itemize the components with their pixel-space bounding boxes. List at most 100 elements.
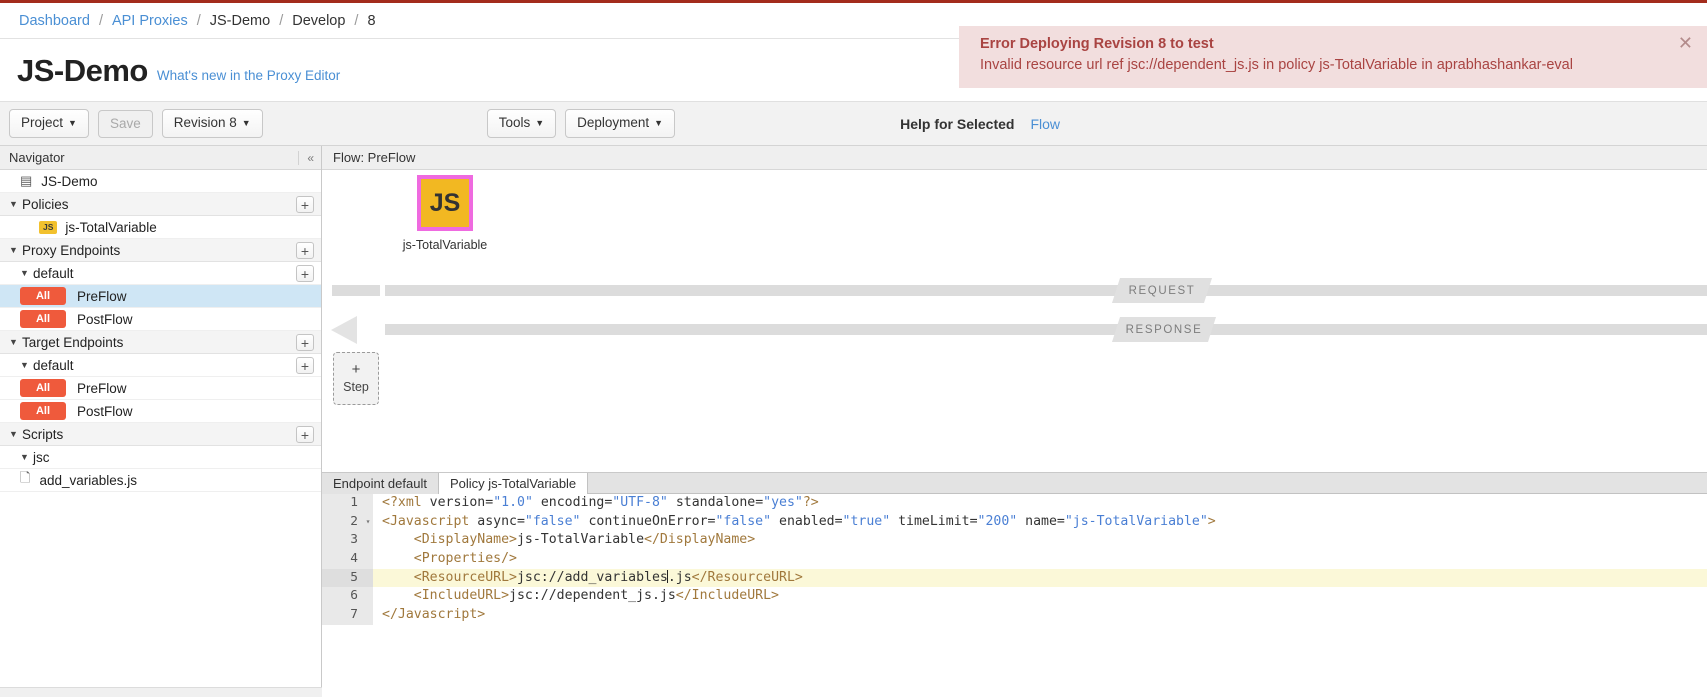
nav-row-label: JS-Demo xyxy=(41,174,97,189)
error-toast-body: Invalid resource url ref jsc://dependent… xyxy=(980,55,1693,76)
nav-row-target-endpoints[interactable]: ▼Target Endpoints+ xyxy=(0,331,321,354)
flow-condition-badge: All xyxy=(20,402,66,420)
nav-row-preflow[interactable]: AllPreFlow xyxy=(0,377,321,400)
code-line[interactable]: 6 <IncludeURL>jsc://dependent_js.js</Inc… xyxy=(322,587,1707,606)
code-token: ?> xyxy=(803,495,819,510)
code-line[interactable]: 3 <DisplayName>js-TotalVariable</Display… xyxy=(322,531,1707,550)
flow-policy-name: js-TotalVariable xyxy=(402,238,488,253)
code-token: <Javascript xyxy=(382,514,469,529)
chevron-down-icon: ▼ xyxy=(535,115,544,131)
add-step-button[interactable]: + Step xyxy=(333,352,379,405)
code-text: <IncludeURL>jsc://dependent_js.js</Inclu… xyxy=(373,587,779,606)
navigator-panel: Navigator « ▤ JS-Demo ▼Policies+JSjs-Total… xyxy=(0,146,322,697)
revision-dropdown-button[interactable]: Revision 8▼ xyxy=(162,109,263,138)
javascript-policy-badge: JS xyxy=(39,221,57,234)
code-text: </Javascript> xyxy=(373,606,485,625)
line-number: 5 xyxy=(322,569,363,588)
code-token: </Javascript> xyxy=(382,607,485,622)
code-token: <ResourceURL> xyxy=(382,570,517,585)
project-dropdown-button[interactable]: Project ▼ xyxy=(9,109,89,138)
add-icon[interactable]: + xyxy=(296,357,314,374)
close-icon[interactable]: ✕ xyxy=(1678,36,1693,50)
breadcrumb-item-dashboard[interactable]: Dashboard xyxy=(19,13,90,29)
project-label: Project xyxy=(21,115,63,130)
nav-row-jsc[interactable]: ▼jsc xyxy=(0,446,321,469)
tools-dropdown-button[interactable]: Tools▼ xyxy=(487,109,556,138)
twisty-icon[interactable]: ▼ xyxy=(9,337,22,347)
fold-icon[interactable]: ▾ xyxy=(363,513,373,532)
code-area[interactable]: 1<?xml version="1.0" encoding="UTF-8" st… xyxy=(322,494,1707,625)
fold-icon xyxy=(363,569,373,588)
chevron-down-icon: ▼ xyxy=(242,115,251,131)
add-icon[interactable]: + xyxy=(296,426,314,443)
code-token: continueOnError= xyxy=(581,514,716,529)
code-text: <ResourceURL>jsc://add_variables.js</Res… xyxy=(373,569,803,588)
nav-row-policies[interactable]: ▼Policies+ xyxy=(0,193,321,216)
twisty-icon[interactable]: ▼ xyxy=(9,245,22,255)
nav-row-default[interactable]: ▼default+ xyxy=(0,354,321,377)
code-token: encoding= xyxy=(533,495,612,510)
add-icon[interactable]: + xyxy=(296,265,314,282)
deployment-dropdown-button[interactable]: Deployment▼ xyxy=(565,109,675,138)
editor-tab-endpoint-default[interactable]: Endpoint default xyxy=(322,473,439,494)
breadcrumb-separator: / xyxy=(197,13,201,29)
fold-icon xyxy=(363,606,373,625)
nav-row-postflow[interactable]: AllPostFlow xyxy=(0,308,321,331)
twisty-icon[interactable]: ▼ xyxy=(9,429,22,439)
code-token: .js xyxy=(668,570,692,585)
code-token: </IncludeURL> xyxy=(676,588,779,603)
add-icon[interactable]: + xyxy=(296,242,314,259)
code-token: xml xyxy=(398,495,422,510)
add-icon[interactable]: + xyxy=(296,196,314,213)
nav-row-js-totalvariable[interactable]: JSjs-TotalVariable xyxy=(0,216,321,239)
navigator-horizontal-scrollbar[interactable] xyxy=(0,687,322,697)
nav-row-scripts[interactable]: ▼Scripts+ xyxy=(0,423,321,446)
editor-tab-policy-js-totalvariable[interactable]: Policy js-TotalVariable xyxy=(439,473,588,494)
collapse-panel-icon[interactable]: « xyxy=(298,151,314,165)
response-arrow-icon xyxy=(331,316,357,344)
whats-new-link[interactable]: What's new in the Proxy Editor xyxy=(157,68,340,83)
error-toast-title: Error Deploying Revision 8 to test xyxy=(980,34,1693,55)
nav-row-proxy-endpoints[interactable]: ▼Proxy Endpoints + xyxy=(0,239,321,262)
request-rail xyxy=(385,285,1707,296)
add-step-label: Step xyxy=(343,380,369,394)
twisty-icon[interactable]: ▼ xyxy=(20,268,33,278)
nav-row-label: PreFlow xyxy=(77,381,127,396)
code-token: "true" xyxy=(843,514,891,529)
fold-icon xyxy=(363,494,373,513)
flow-help-link[interactable]: Flow xyxy=(1030,116,1060,132)
flow-policy-node[interactable]: JS js-TotalVariable xyxy=(402,175,488,253)
code-text: <Properties/> xyxy=(373,550,517,569)
nav-row-add-variables-js[interactable]: 🗋add_variables.js xyxy=(0,469,321,492)
javascript-policy-icon[interactable]: JS xyxy=(417,175,473,231)
file-icon: 🗋 xyxy=(20,469,30,491)
line-number: 2 xyxy=(322,513,363,532)
nav-row-default[interactable]: ▼default + xyxy=(0,262,321,285)
navigator-tree: ▤JS-Demo▼Policies+JSjs-TotalVariable▼Pro… xyxy=(0,170,321,492)
code-token: <? xyxy=(382,495,398,510)
chevron-down-icon: ▼ xyxy=(68,115,77,131)
code-line[interactable]: 5 <ResourceURL>jsc://add_variables.js</R… xyxy=(322,569,1707,588)
add-icon[interactable]: + xyxy=(296,334,314,351)
navigator-title: Navigator xyxy=(9,150,65,165)
code-line[interactable]: 2▾<Javascript async="false" continueOnEr… xyxy=(322,513,1707,532)
flow-header: Flow: PreFlow xyxy=(322,146,1707,170)
twisty-icon[interactable]: ▼ xyxy=(20,452,33,462)
breadcrumb-item-api-proxies[interactable]: API Proxies xyxy=(112,13,188,29)
nav-row-label: default xyxy=(33,266,74,281)
document-icon: ▤ xyxy=(20,173,32,189)
nav-row-preflow[interactable]: AllPreFlow xyxy=(0,285,321,308)
nav-row-label: Proxy Endpoints xyxy=(22,243,120,258)
twisty-icon[interactable]: ▼ xyxy=(20,360,33,370)
code-line[interactable]: 4 <Properties/> xyxy=(322,550,1707,569)
line-number: 7 xyxy=(322,606,363,625)
nav-row-postflow[interactable]: AllPostFlow xyxy=(0,400,321,423)
save-button[interactable]: Save xyxy=(98,110,153,138)
code-line[interactable]: 7 </Javascript> xyxy=(322,606,1707,625)
breadcrumb-item-js-demo: JS-Demo xyxy=(210,13,270,29)
line-number: 1 xyxy=(322,494,363,513)
nav-row-js-demo[interactable]: ▤ JS-Demo xyxy=(0,170,321,193)
code-text: <DisplayName>js-TotalVariable</DisplayNa… xyxy=(373,531,755,550)
code-line[interactable]: 1<?xml version="1.0" encoding="UTF-8" st… xyxy=(322,494,1707,513)
twisty-icon[interactable]: ▼ xyxy=(9,199,22,209)
